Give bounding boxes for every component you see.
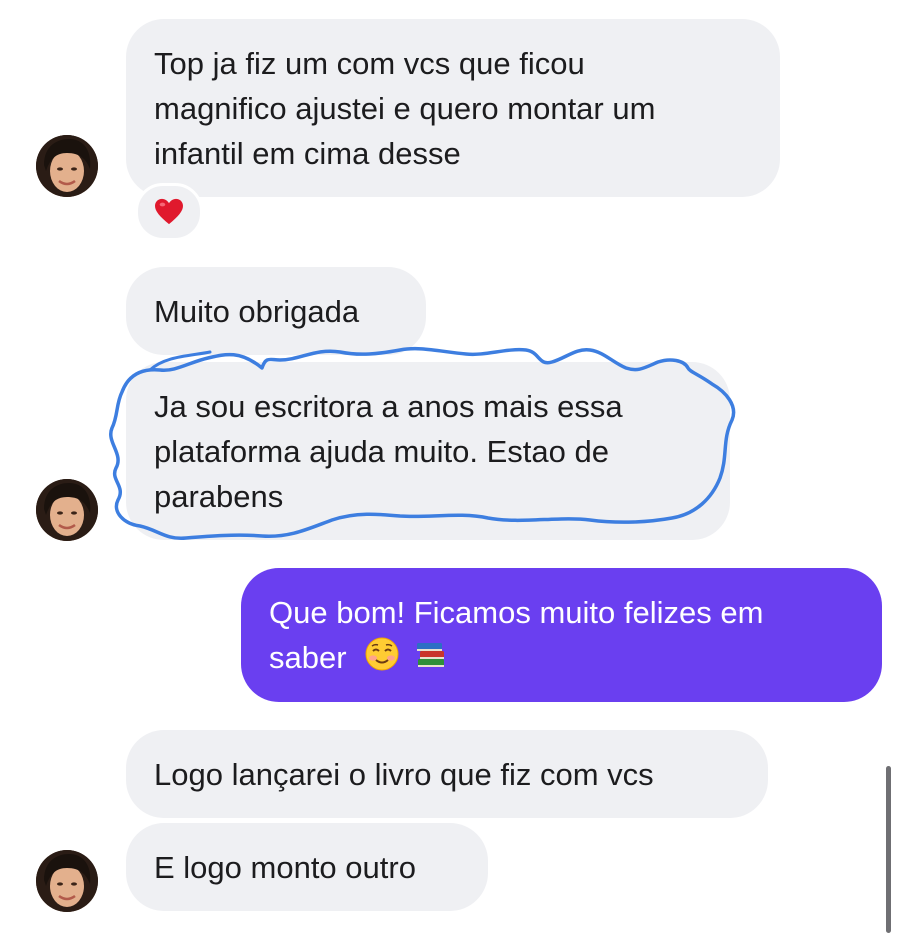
message-bubble-incoming[interactable]: E logo monto outro [126, 823, 488, 911]
chat-thread: Top ja fiz um com vcs que ficou magnific… [0, 0, 900, 933]
message-bubble-incoming-highlighted[interactable]: Ja sou escritora a anos mais essa plataf… [126, 362, 730, 540]
message-text: saber [269, 640, 347, 675]
message-bubble-incoming[interactable]: Top ja fiz um com vcs que ficou magnific… [126, 19, 780, 197]
reaction-badge[interactable] [135, 183, 203, 241]
message-bubble-incoming[interactable]: Logo lançarei o livro que fiz com vcs [126, 730, 768, 818]
heart-icon [155, 198, 183, 225]
avatar-photo [36, 479, 98, 541]
message-bubble-incoming[interactable]: Muito obrigada [126, 267, 426, 355]
avatar[interactable] [36, 850, 98, 912]
avatar[interactable] [36, 135, 98, 197]
smiling-face-icon [365, 637, 399, 683]
avatar[interactable] [36, 479, 98, 541]
avatar-photo [36, 135, 98, 197]
message-text-line: Que bom! Ficamos muito felizes em [269, 595, 764, 630]
message-text-line: saber [269, 635, 854, 683]
books-icon [414, 637, 448, 683]
message-bubble-outgoing[interactable]: Que bom! Ficamos muito felizes em saber [241, 568, 882, 702]
avatar-photo [36, 850, 98, 912]
scrollbar[interactable] [886, 766, 891, 933]
